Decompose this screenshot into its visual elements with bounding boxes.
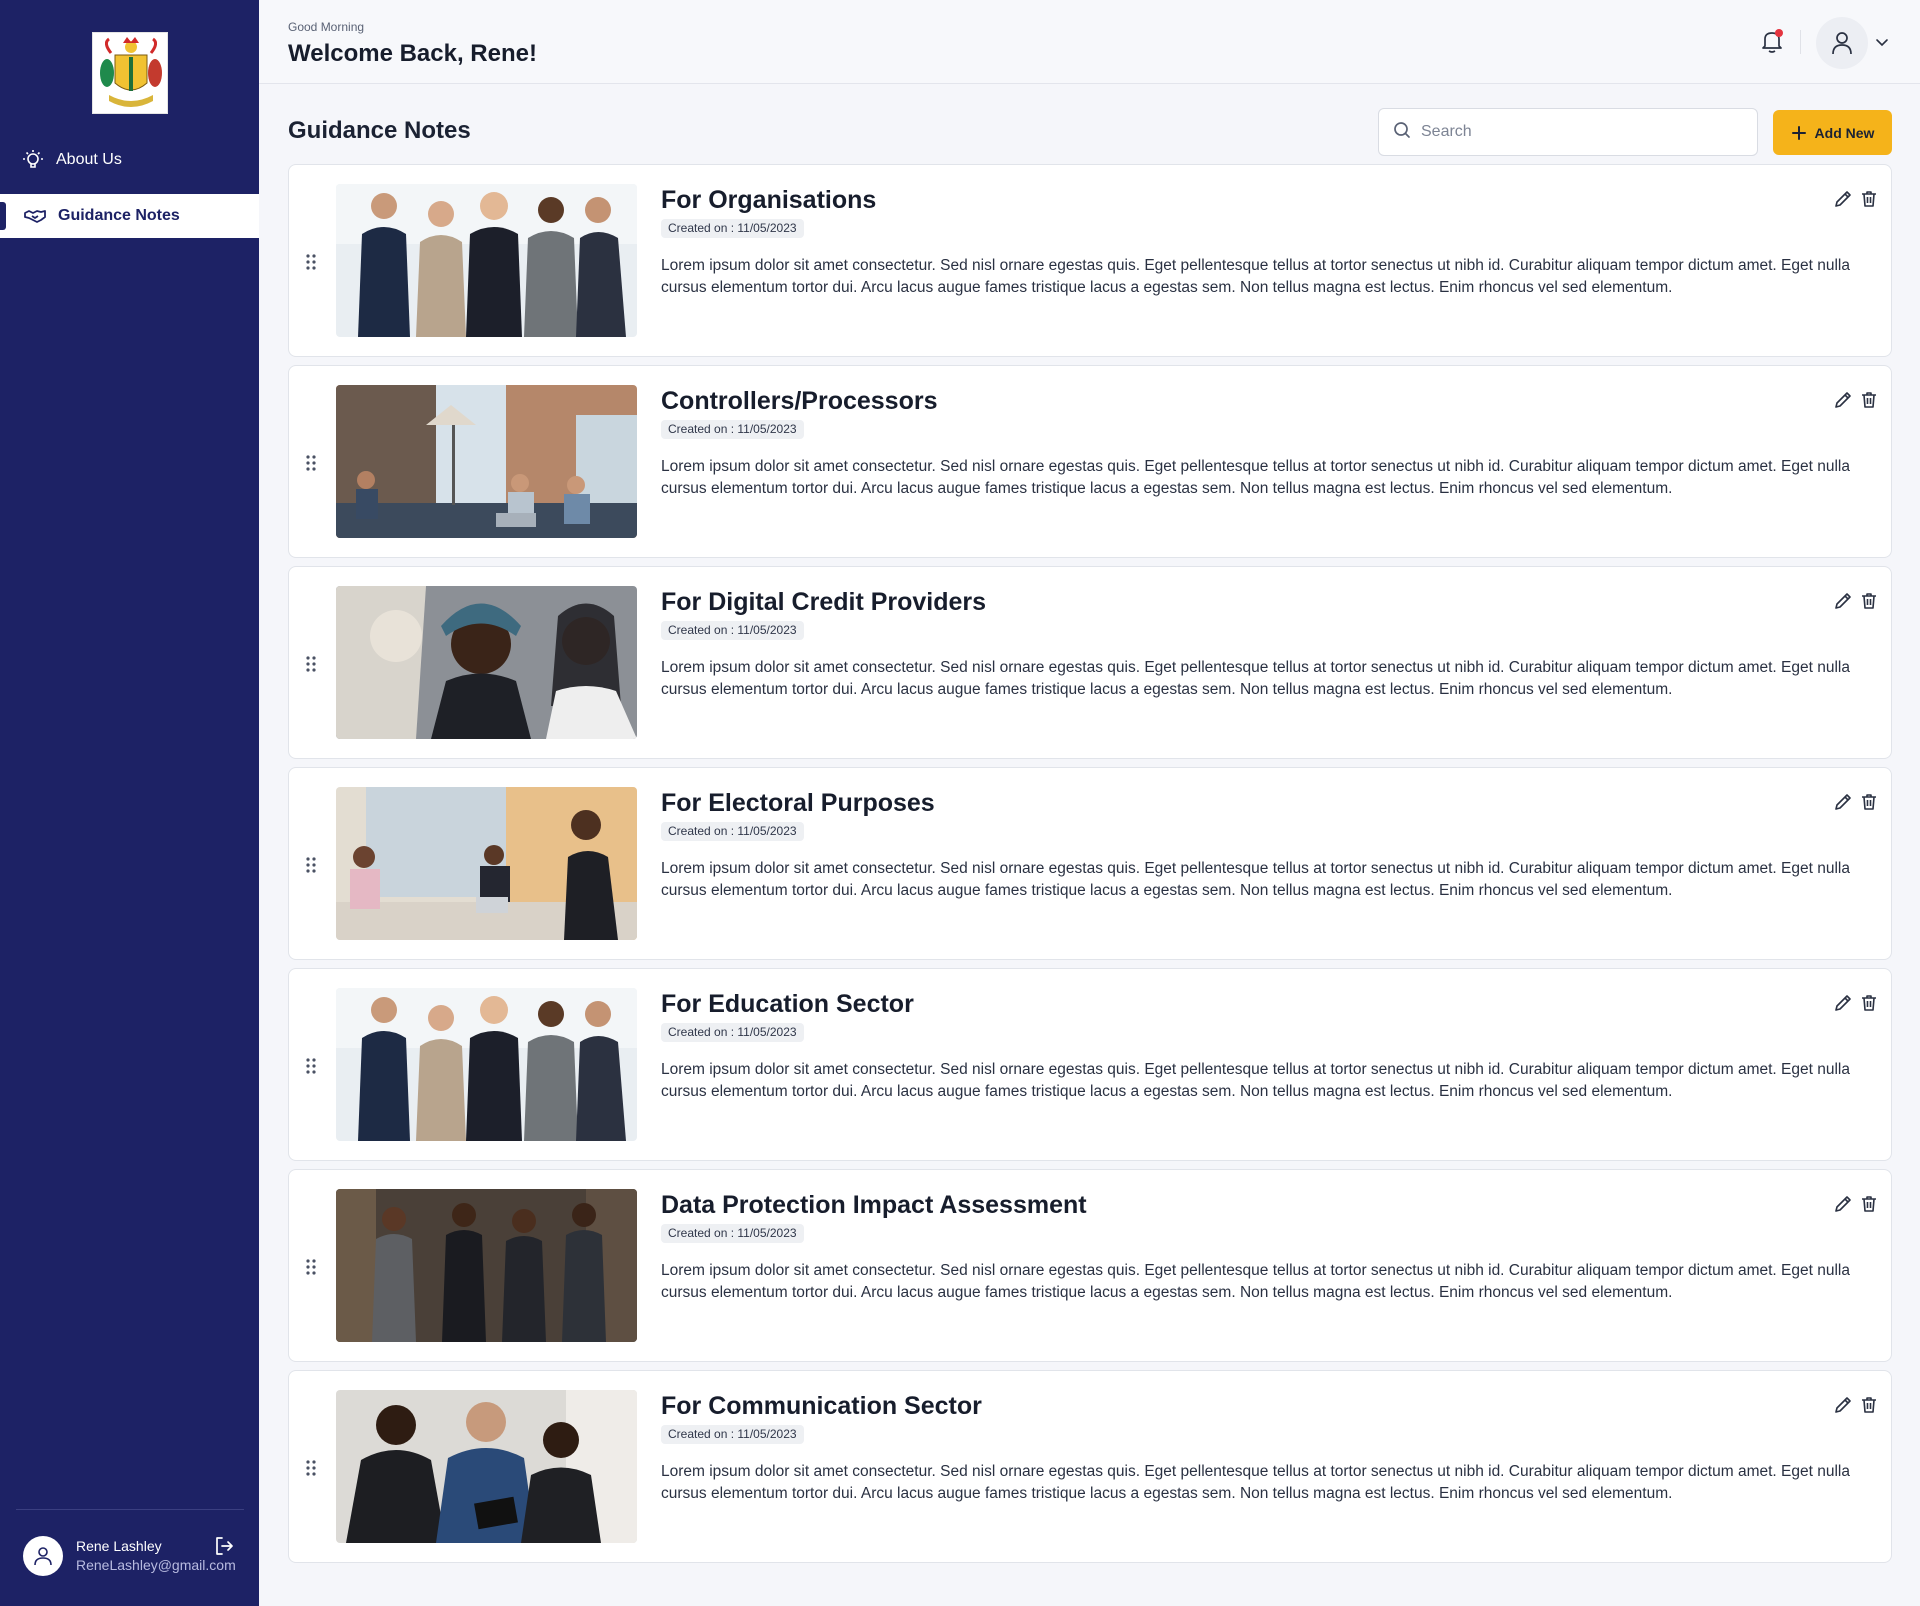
card-thumbnail-image — [336, 1390, 637, 1543]
card-description: Lorem ipsum dolor sit amet consectetur. … — [661, 1463, 1850, 1502]
card-title: For Digital Credit Providers — [661, 588, 987, 616]
card-title: For Electoral Purposes — [661, 789, 935, 817]
card-description: Lorem ipsum dolor sit amet consectetur. … — [661, 458, 1850, 497]
user-email: ReneLashley@gmail.com — [76, 1557, 236, 1573]
delete-trash-icon[interactable] — [1859, 390, 1879, 410]
active-indicator — [0, 202, 6, 230]
card-thumbnail-image — [336, 184, 637, 337]
chevron-down-icon[interactable] — [1873, 33, 1891, 51]
created-date-badge: Created on : 11/05/2023 — [661, 1023, 804, 1042]
delete-trash-icon[interactable] — [1859, 189, 1879, 209]
drag-handle-icon[interactable] — [303, 653, 319, 675]
card-thumbnail-image — [336, 988, 637, 1141]
drag-handle-icon[interactable] — [303, 854, 319, 876]
notification-bell-icon[interactable] — [1757, 26, 1787, 56]
edit-pencil-icon[interactable] — [1833, 390, 1853, 410]
sidebar-item-label: Guidance Notes — [58, 207, 180, 224]
add-new-button[interactable]: Add New — [1773, 110, 1892, 155]
guidance-note-card: Data Protection Impact Assessment Create… — [288, 1169, 1892, 1362]
search-icon — [1393, 121, 1411, 144]
top-header: Good Morning Welcome Back, Rene! — [259, 0, 1920, 84]
guidance-note-card: For Communication Sector Created on : 11… — [288, 1370, 1892, 1563]
add-new-label: Add New — [1814, 124, 1875, 141]
edit-pencil-icon[interactable] — [1833, 1194, 1853, 1214]
logout-icon[interactable] — [213, 1535, 235, 1557]
edit-pencil-icon[interactable] — [1833, 993, 1853, 1013]
profile-avatar-button[interactable] — [1816, 17, 1868, 69]
created-date-badge: Created on : 11/05/2023 — [661, 822, 804, 841]
delete-trash-icon[interactable] — [1859, 993, 1879, 1013]
drag-handle-icon[interactable] — [303, 1055, 319, 1077]
page-title: Guidance Notes — [288, 117, 471, 144]
card-description: Lorem ipsum dolor sit amet consectetur. … — [661, 1262, 1850, 1301]
created-date-badge: Created on : 11/05/2023 — [661, 1425, 804, 1444]
guidance-note-card: Controllers/Processors Created on : 11/0… — [288, 365, 1892, 558]
delete-trash-icon[interactable] — [1859, 1194, 1879, 1214]
card-thumbnail-image — [336, 787, 637, 940]
edit-pencil-icon[interactable] — [1833, 1395, 1853, 1415]
card-title: For Education Sector — [661, 990, 914, 1018]
drag-handle-icon[interactable] — [303, 1256, 319, 1278]
delete-trash-icon[interactable] — [1859, 591, 1879, 611]
sidebar-item-label: About Us — [56, 151, 122, 168]
card-title: For Communication Sector — [661, 1392, 982, 1420]
sidebar-item-about-us[interactable]: About Us — [0, 138, 259, 182]
plus-icon — [1791, 125, 1807, 141]
drag-handle-icon[interactable] — [303, 452, 319, 474]
card-thumbnail-image — [336, 586, 637, 739]
guidance-note-card: For Electoral Purposes Created on : 11/0… — [288, 767, 1892, 960]
handshake-icon — [22, 203, 48, 229]
edit-pencil-icon[interactable] — [1833, 189, 1853, 209]
card-thumbnail-image — [336, 385, 637, 538]
guidance-note-card: For Education Sector Created on : 11/05/… — [288, 968, 1892, 1161]
delete-trash-icon[interactable] — [1859, 792, 1879, 812]
card-title: For Organisations — [661, 186, 877, 214]
guidance-note-card: For Digital Credit Providers Created on … — [288, 566, 1892, 759]
header-divider — [1800, 30, 1801, 54]
guidance-note-card: For Organisations Created on : 11/05/202… — [288, 164, 1892, 357]
user-card: Rene Lashley ReneLashley@gmail.com — [23, 1533, 245, 1579]
delete-trash-icon[interactable] — [1859, 1395, 1879, 1415]
created-date-badge: Created on : 11/05/2023 — [661, 420, 804, 439]
card-title: Controllers/Processors — [661, 387, 938, 415]
user-icon — [1832, 32, 1852, 55]
bulb-icon — [20, 147, 46, 173]
user-avatar — [23, 1536, 63, 1576]
card-description: Lorem ipsum dolor sit amet consectetur. … — [661, 1061, 1850, 1100]
sidebar-divider — [16, 1509, 244, 1510]
card-title: Data Protection Impact Assessment — [661, 1191, 1087, 1219]
welcome-heading: Welcome Back, Rene! — [288, 40, 537, 67]
user-icon — [34, 1547, 52, 1566]
sidebar: About Us Guidance Notes Rene Lashley Ren… — [0, 0, 259, 1606]
sidebar-item-guidance-notes[interactable]: Guidance Notes — [0, 194, 259, 238]
greeting-text: Good Morning — [288, 20, 365, 34]
drag-handle-icon[interactable] — [303, 1457, 319, 1479]
guidance-notes-list: For Organisations Created on : 11/05/202… — [288, 164, 1892, 1571]
coat-of-arms-logo — [92, 32, 168, 114]
search-box — [1378, 108, 1758, 156]
drag-handle-icon[interactable] — [303, 251, 319, 273]
card-description: Lorem ipsum dolor sit amet consectetur. … — [661, 257, 1850, 296]
created-date-badge: Created on : 11/05/2023 — [661, 621, 804, 640]
created-date-badge: Created on : 11/05/2023 — [661, 1224, 804, 1243]
search-input[interactable] — [1421, 123, 1741, 141]
created-date-badge: Created on : 11/05/2023 — [661, 219, 804, 238]
notification-dot — [1775, 29, 1783, 37]
card-description: Lorem ipsum dolor sit amet consectetur. … — [661, 659, 1850, 698]
edit-pencil-icon[interactable] — [1833, 792, 1853, 812]
edit-pencil-icon[interactable] — [1833, 591, 1853, 611]
card-description: Lorem ipsum dolor sit amet consectetur. … — [661, 860, 1850, 899]
card-thumbnail-image — [336, 1189, 637, 1342]
